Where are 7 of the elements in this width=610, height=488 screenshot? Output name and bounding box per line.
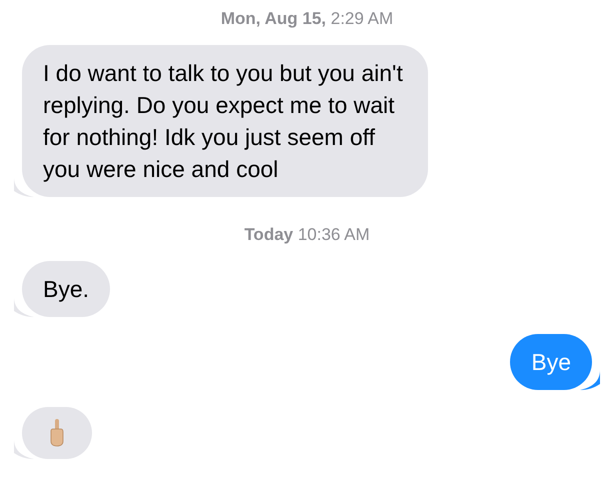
message-bubble[interactable] bbox=[22, 407, 92, 459]
message-bubble[interactable]: I do want to talk to you but you ain't replying. Do you expect me to wait for nothing! Idk you just seem off you were nice and cool bbox=[22, 45, 428, 197]
message-bubble[interactable]: Bye. bbox=[22, 261, 110, 317]
timestamp: Mon, Aug 15, 2:29 AM bbox=[220, 9, 394, 29]
timestamp: Today 10:36 AM bbox=[244, 225, 370, 245]
bubble-tail bbox=[580, 370, 600, 390]
hand-icon bbox=[49, 419, 65, 447]
